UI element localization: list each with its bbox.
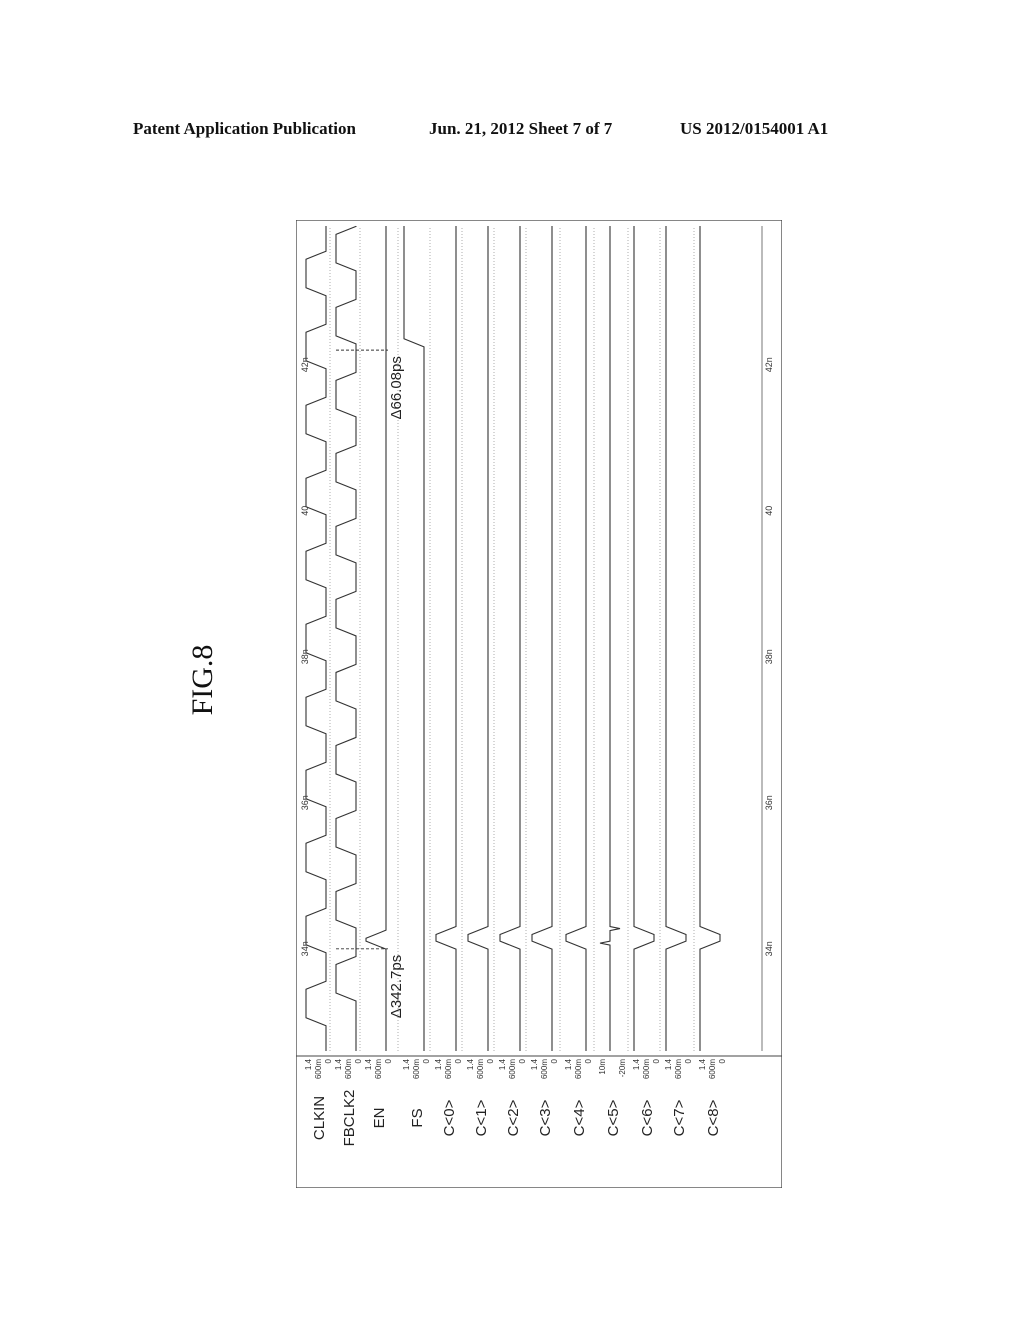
- x-tick-label-bottom: 40: [764, 506, 774, 516]
- y-tick-label: 1.4: [564, 1058, 573, 1070]
- delta-annotation: Δ342.7ps: [388, 955, 405, 1018]
- signal-name: FS: [409, 1108, 426, 1127]
- signal-name: C<4>: [571, 1099, 588, 1136]
- waveform-plot: CLKIN FBCLK2 EN FS C<0> C<1> C<2> C<3> C<4> C<5> C…: [296, 220, 782, 1188]
- signal-name: C<3>: [537, 1099, 554, 1136]
- x-tick-label-top: 40: [300, 506, 310, 516]
- x-tick-label-top: 38n: [300, 649, 310, 664]
- signal-name: C<6>: [639, 1099, 656, 1136]
- trace-C7: [665, 226, 687, 1051]
- signal-name: EN: [371, 1108, 388, 1129]
- y-tick-label: 600m: [476, 1059, 485, 1079]
- y-tick-label: 0: [518, 1058, 527, 1063]
- y-tick-label: 0: [718, 1058, 727, 1063]
- y-tick-label: 600m: [412, 1059, 421, 1079]
- y-tick-label: 600m: [344, 1059, 353, 1079]
- x-tick-label-top: 36n: [300, 795, 310, 810]
- trace-C2: [499, 226, 521, 1051]
- trace-FS: [403, 226, 425, 1051]
- y-tick-label: 600m: [574, 1059, 583, 1079]
- signal-name: C<7>: [671, 1099, 688, 1136]
- y-tick-label: 1.4: [698, 1058, 707, 1070]
- y-tick-label: 0: [354, 1058, 363, 1063]
- signal-name: C<2>: [505, 1099, 522, 1136]
- y-tick-label: 600m: [674, 1059, 683, 1079]
- publication-title: Patent Application Publication: [133, 119, 356, 138]
- delta-annotation: Δ66.08ps: [388, 356, 405, 419]
- signal-name: FBCLK2: [341, 1090, 358, 1147]
- y-tick-label: 600m: [374, 1059, 383, 1079]
- plot-frame: [296, 220, 782, 1188]
- y-tick-label: 1.4: [498, 1058, 507, 1070]
- y-tick-label: 0: [684, 1058, 693, 1063]
- trace-C8: [699, 226, 721, 1051]
- y-tick-label: 0: [486, 1058, 495, 1063]
- x-tick-label-bottom: 38n: [764, 649, 774, 664]
- y-tick-label: 600m: [540, 1059, 549, 1079]
- publication-number: US 2012/0154001 A1: [680, 119, 829, 138]
- y-tick-label: 600m: [708, 1059, 717, 1079]
- publication-date-sheet: Jun. 21, 2012 Sheet 7 of 7: [429, 119, 613, 138]
- y-tick-label: 0: [324, 1058, 333, 1063]
- signal-name: CLKIN: [311, 1096, 328, 1140]
- y-tick-label: 1.4: [402, 1058, 411, 1070]
- y-tick-label: 600m: [314, 1059, 323, 1079]
- y-tick-label: 1.4: [304, 1058, 313, 1070]
- y-tick-label: 0: [652, 1058, 661, 1063]
- signal-name: C<5>: [605, 1099, 622, 1136]
- y-tick-label: 1.4: [664, 1058, 673, 1070]
- trace-C1: [467, 226, 489, 1051]
- y-tick-label: 0: [384, 1058, 393, 1063]
- x-tick-label-bottom: 34n: [764, 941, 774, 956]
- y-tick-label: 1.4: [530, 1058, 539, 1070]
- y-tick-label: -20m: [618, 1059, 627, 1078]
- x-tick-label-bottom: 42n: [764, 357, 774, 372]
- signal-name: C<0>: [441, 1099, 458, 1136]
- y-tick-label: 1.4: [434, 1058, 443, 1070]
- x-tick-label-top: 34n: [300, 941, 310, 956]
- y-tick-label: 10m: [598, 1059, 607, 1075]
- trace-C3: [531, 226, 553, 1051]
- y-tick-label: 0: [550, 1058, 559, 1063]
- trace-C0: [435, 226, 457, 1051]
- y-tick-label: 1.4: [334, 1058, 343, 1070]
- figure-label: FIG.8: [186, 644, 219, 716]
- trace-C4: [565, 226, 587, 1051]
- y-tick-label: 1.4: [466, 1058, 475, 1070]
- x-tick-label-top: 42n: [300, 357, 310, 372]
- y-tick-label: 0: [584, 1058, 593, 1063]
- x-tick-label-bottom: 36n: [764, 795, 774, 810]
- signal-name: C<8>: [705, 1099, 722, 1136]
- y-tick-label: 600m: [444, 1059, 453, 1079]
- trace-CLKIN: [305, 226, 327, 1051]
- trace-C5: [599, 226, 621, 1051]
- y-tick-label: 600m: [508, 1059, 517, 1079]
- y-tick-label: 1.4: [364, 1058, 373, 1070]
- trace-C6: [633, 226, 655, 1051]
- y-tick-label: 0: [454, 1058, 463, 1063]
- signal-name: C<1>: [473, 1099, 490, 1136]
- y-tick-label: 1.4: [632, 1058, 641, 1070]
- y-tick-label: 600m: [642, 1059, 651, 1079]
- y-tick-label: 0: [422, 1058, 431, 1063]
